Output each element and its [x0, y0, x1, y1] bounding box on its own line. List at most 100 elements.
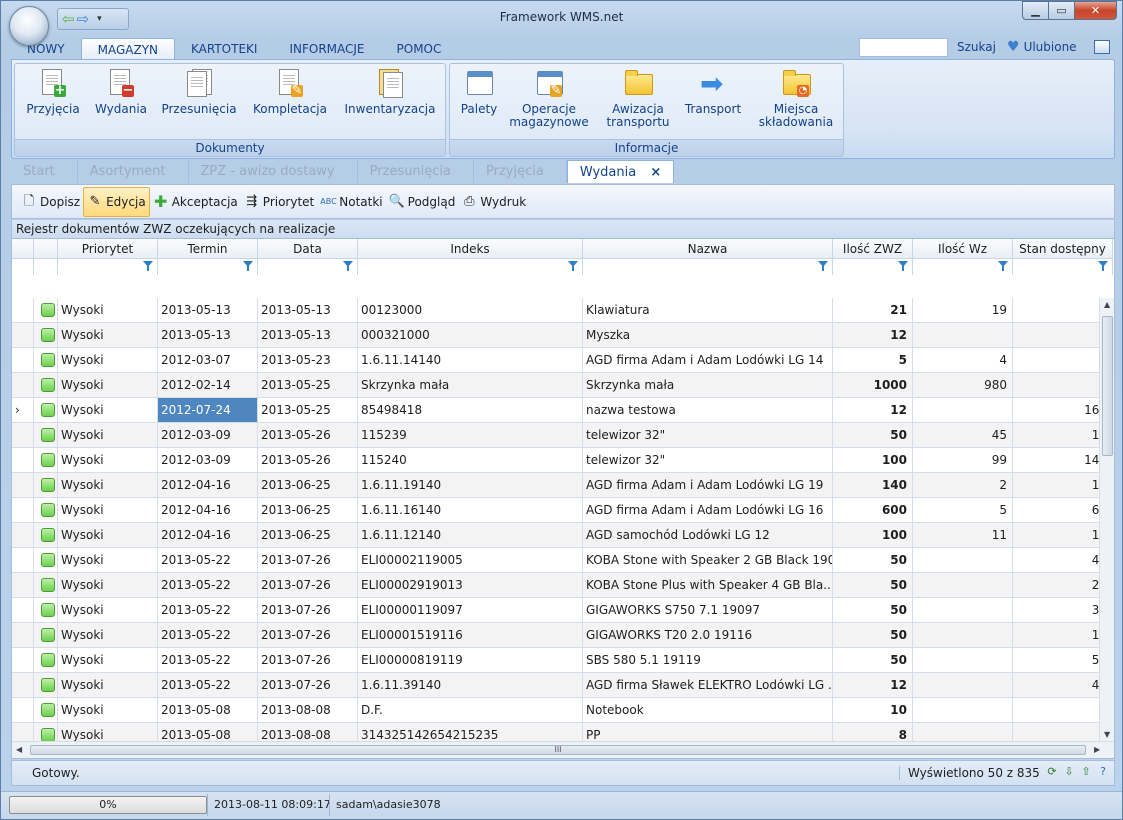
column-filter-cell[interactable] [58, 259, 157, 275]
cell-data[interactable]: 2013-05-25 [258, 398, 358, 422]
table-row[interactable]: › Wysoki 2012-07-24 2013-05-25 85498418 nazwa… [12, 398, 1114, 423]
doc-tab-przesuniecia[interactable]: Przesunięcia [358, 160, 475, 183]
cell-data[interactable]: 2013-05-13 [258, 298, 358, 322]
import-icon[interactable]: ⇧ [1079, 765, 1093, 779]
cell-priorytet[interactable]: Wysoki [58, 423, 158, 447]
dopisz-button[interactable]: 🗋 Dopisz [18, 187, 83, 217]
cell-stan-dostepny[interactable]: 35 [1013, 598, 1113, 622]
row-indicator[interactable] [12, 423, 34, 447]
cell-priorytet[interactable]: Wysoki [58, 498, 158, 522]
cell-ilosc-zwz[interactable]: 100 [833, 448, 913, 472]
cell-data[interactable]: 2013-05-26 [258, 423, 358, 447]
cell-termin[interactable]: 2013-05-08 [158, 698, 258, 722]
cell-priorytet[interactable]: Wysoki [58, 323, 158, 347]
cell-ilosc-zwz[interactable]: 12 [833, 323, 913, 347]
cell-indeks[interactable]: 00123000 [358, 298, 583, 322]
cell-indeks[interactable]: 1.6.11.12140 [358, 523, 583, 547]
cell-priorytet[interactable]: Wysoki [58, 523, 158, 547]
cell-ilosc-wz[interactable]: 99 [913, 448, 1013, 472]
cell-nazwa[interactable]: KOBA Stone with Speaker 2 GB Black 1900 [583, 548, 833, 572]
cell-nazwa[interactable]: telewizor 32" [583, 448, 833, 472]
cell-nazwa[interactable]: GIGAWORKS S750 7.1 19097 [583, 598, 833, 622]
row-indicator[interactable] [12, 448, 34, 472]
cell-ilosc-zwz[interactable]: 600 [833, 498, 913, 522]
cell-data[interactable]: 2013-05-25 [258, 373, 358, 397]
status-cell[interactable] [34, 348, 58, 372]
scroll-left-icon[interactable]: ◀ [16, 745, 22, 754]
filter-funnel-icon[interactable] [818, 261, 828, 271]
column-filter-cell[interactable] [583, 259, 832, 275]
doc-tab-przyjecia[interactable]: Przyjęcia [474, 160, 567, 183]
cell-stan-dostepny[interactable]: 13 [1013, 623, 1113, 647]
cell-data[interactable]: 2013-07-26 [258, 573, 358, 597]
table-row[interactable]: Wysoki 2012-03-09 2013-05-26 115239 telewizo… [12, 423, 1114, 448]
cell-ilosc-zwz[interactable]: 50 [833, 548, 913, 572]
cell-indeks[interactable]: ELI00002119005 [358, 548, 583, 572]
row-indicator[interactable] [12, 548, 34, 572]
table-row[interactable]: Wysoki 2012-03-09 2013-05-26 115240 telewizo… [12, 448, 1114, 473]
cell-termin[interactable]: 2012-03-09 [158, 423, 258, 447]
cell-stan-dostepny[interactable]: 5 [1013, 373, 1113, 397]
horizontal-scrollbar[interactable]: ◀ III ▶ [12, 741, 1114, 758]
vertical-scrollbar[interactable]: ▲ ▼ [1099, 298, 1114, 741]
cell-nazwa[interactable]: Klawiatura [583, 298, 833, 322]
cell-ilosc-wz[interactable] [913, 623, 1013, 647]
cell-stan-dostepny[interactable]: 60 [1013, 498, 1113, 522]
refresh-icon[interactable]: ⟳ [1045, 765, 1059, 779]
cell-stan-dostepny[interactable]: 12 [1013, 423, 1113, 447]
cell-nazwa[interactable]: SBS 580 5.1 19119 [583, 648, 833, 672]
cell-ilosc-zwz[interactable]: 5 [833, 348, 913, 372]
cell-nazwa[interactable]: KOBA Stone Plus with Speaker 4 GB Bla... [583, 573, 833, 597]
cell-nazwa[interactable]: nazwa testowa [583, 398, 833, 422]
cell-termin[interactable]: 2013-05-22 [158, 548, 258, 572]
table-row[interactable]: Wysoki 2013-05-22 2013-07-26 ELI00000819119… [12, 648, 1114, 673]
status-cell[interactable] [34, 298, 58, 322]
row-indicator[interactable] [12, 648, 34, 672]
priorytet-button[interactable]: ⇶ Priorytet [241, 187, 317, 217]
akceptacja-button[interactable]: ✚ Akceptacja [150, 187, 241, 217]
cell-ilosc-wz[interactable]: 5 [913, 498, 1013, 522]
row-indicator[interactable] [12, 473, 34, 497]
cell-ilosc-zwz[interactable]: 12 [833, 673, 913, 697]
scroll-right-icon[interactable]: ▶ [1094, 745, 1100, 754]
cell-ilosc-zwz[interactable]: 12 [833, 398, 913, 422]
cell-termin[interactable]: 2012-04-16 [158, 473, 258, 497]
inwentaryzacja-button[interactable]: Inwentaryzacja [341, 68, 439, 116]
tab-kartoteki[interactable]: KARTOTEKI [175, 38, 273, 60]
tab-pomoc[interactable]: POMOC [381, 38, 458, 60]
cell-priorytet[interactable]: Wysoki [58, 298, 158, 322]
table-row[interactable]: Wysoki 2013-05-22 2013-07-26 1.6.11.39140 AG… [12, 673, 1114, 698]
column-filter-cell[interactable] [358, 259, 582, 275]
podglad-button[interactable]: 🔍 Podgląd [386, 187, 459, 217]
column-filter-cell[interactable] [1013, 259, 1112, 275]
cell-indeks[interactable]: ELI00001519116 [358, 623, 583, 647]
cell-indeks[interactable]: 1.6.11.16140 [358, 498, 583, 522]
cell-stan-dostepny[interactable]: 40 [1013, 673, 1113, 697]
cell-termin[interactable]: 2013-05-22 [158, 648, 258, 672]
cell-stan-dostepny[interactable]: 11 [1013, 523, 1113, 547]
filter-funnel-icon[interactable] [343, 261, 353, 271]
status-cell[interactable] [34, 373, 58, 397]
doc-tab-zpz[interactable]: ZPZ - awizo dostawy [189, 160, 358, 183]
cell-ilosc-zwz[interactable]: 50 [833, 648, 913, 672]
cell-stan-dostepny[interactable]: 1 [1013, 348, 1113, 372]
column-filter-cell[interactable] [158, 259, 257, 275]
row-indicator[interactable] [12, 523, 34, 547]
cell-ilosc-wz[interactable] [913, 548, 1013, 572]
palety-button[interactable]: Palety [456, 68, 502, 116]
filter-funnel-icon[interactable] [243, 261, 253, 271]
cell-indeks[interactable]: ELI00000819119 [358, 648, 583, 672]
tab-magazyn[interactable]: MAGAZYN [80, 38, 176, 60]
column-header-label[interactable]: Ilość Wz [913, 239, 1012, 259]
row-indicator[interactable] [12, 598, 34, 622]
close-button[interactable]: ✕ [1074, 1, 1117, 20]
column-filter-cell[interactable] [913, 259, 1012, 275]
status-cell[interactable] [34, 323, 58, 347]
cell-ilosc-wz[interactable]: 2 [913, 473, 1013, 497]
cell-indeks[interactable]: 000321000 [358, 323, 583, 347]
status-cell[interactable] [34, 598, 58, 622]
column-header-data[interactable]: Data [258, 239, 358, 275]
vertical-scroll-thumb[interactable] [1102, 316, 1113, 456]
notatki-button[interactable]: ABC Notatki [317, 187, 385, 217]
table-row[interactable]: Wysoki 2013-05-08 2013-08-08 D.F. Notebook 10… [12, 698, 1114, 723]
